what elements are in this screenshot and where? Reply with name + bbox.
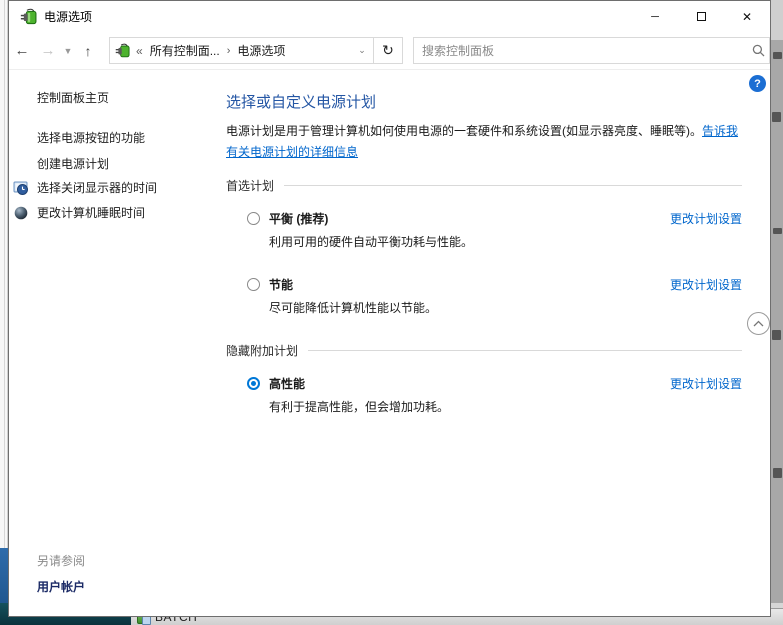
address-breadcrumb[interactable]: « 所有控制面... › 电源选项 ⌄ ↻ <box>109 37 403 64</box>
content-area: 控制面板主页 选择电源按钮的功能 创建电源计划 选择关闭显 <box>9 71 770 616</box>
power-options-icon <box>20 8 37 25</box>
section-preferred-plans: 首选计划 <box>226 177 742 194</box>
forward-button[interactable]: → <box>35 42 61 59</box>
sidebar-item-control-panel-home[interactable]: 控制面板主页 <box>9 89 225 106</box>
radio-power-saver[interactable] <box>247 278 260 291</box>
address-dropdown-icon[interactable]: ⌄ <box>351 45 373 56</box>
plan-row-power-saver: 节能 更改计划设置 <box>226 276 742 293</box>
radio-balanced[interactable] <box>247 212 260 225</box>
navigation-bar: ← → ▼ ↑ « 所有控制面... › 电源选项 ⌄ ↻ <box>9 32 770 70</box>
change-plan-settings-link-power-saver[interactable]: 更改计划设置 <box>670 276 742 293</box>
search-icon[interactable] <box>747 44 769 57</box>
power-options-window: 电源选项 ─ ✕ ← → ▼ ↑ « 所有控制面... › <box>8 0 771 617</box>
plan-row-balanced: 平衡 (推荐) 更改计划设置 <box>226 210 742 227</box>
section-hidden-plans: 隐藏附加计划 <box>226 342 742 359</box>
sidebar-item-power-buttons[interactable]: 选择电源按钮的功能 <box>9 129 225 146</box>
refresh-button[interactable]: ↻ <box>373 38 402 63</box>
change-plan-settings-link-high-performance[interactable]: 更改计划设置 <box>670 375 742 392</box>
up-button[interactable]: ↑ <box>75 43 101 59</box>
chevron-up-icon <box>753 320 764 327</box>
section-rule <box>284 185 742 186</box>
sidebar: 控制面板主页 选择电源按钮的功能 创建电源计划 选择关闭显 <box>9 71 225 616</box>
screen: BATCH 电源选项 ─ ✕ ← → ▼ ↑ <box>0 0 783 625</box>
sleep-sphere-icon <box>13 205 29 221</box>
page-title: 选择或自定义电源计划 <box>226 91 742 112</box>
plan-row-high-performance: 高性能 更改计划设置 <box>226 375 742 392</box>
close-button[interactable]: ✕ <box>724 2 770 32</box>
sidebar-item-display-off-time[interactable]: 选择关闭显示器的时间 <box>9 179 225 196</box>
intro-paragraph: 电源计划是用于管理计算机如何使用电源的一套硬件和系统设置(如显示器亮度、睡眠等)… <box>226 121 742 163</box>
breadcrumb-all-control-panel[interactable]: 所有控制面... <box>143 42 227 59</box>
collapse-section-button[interactable] <box>747 312 770 335</box>
maximize-icon <box>697 12 706 21</box>
change-plan-settings-link-balanced[interactable]: 更改计划设置 <box>670 210 742 227</box>
minimize-button[interactable]: ─ <box>632 2 678 32</box>
plan-desc-power-saver: 尽可能降低计算机性能以节能。 <box>269 299 742 316</box>
background-left-blue-panel <box>0 548 8 605</box>
titlebar: 电源选项 ─ ✕ <box>9 1 770 32</box>
breadcrumb-power-options[interactable]: 电源选项 <box>230 42 292 59</box>
help-button[interactable]: ? <box>749 75 766 92</box>
breadcrumb-power-icon <box>115 43 130 58</box>
plan-desc-high-performance: 有利于提高性能，但会增加功耗。 <box>269 398 742 415</box>
maximize-button[interactable] <box>678 2 724 32</box>
plan-desc-balanced: 利用可用的硬件自动平衡功耗与性能。 <box>269 233 742 250</box>
see-also-heading: 另请参阅 <box>37 552 85 569</box>
search-box[interactable] <box>413 37 770 64</box>
search-input[interactable] <box>414 44 747 58</box>
back-button[interactable]: ← <box>9 42 35 59</box>
window-title: 电源选项 <box>44 8 632 25</box>
section-rule <box>308 350 742 351</box>
sidebar-item-create-power-plan[interactable]: 创建电源计划 <box>9 155 225 172</box>
sidebar-item-sleep-time[interactable]: 更改计算机睡眠时间 <box>9 204 225 221</box>
history-dropdown-icon[interactable]: ▼ <box>61 46 75 56</box>
background-right-window-edge <box>771 0 783 625</box>
display-clock-icon <box>13 180 29 196</box>
background-left-window-edge <box>0 0 8 625</box>
breadcrumb-overflow-icon[interactable]: « <box>136 44 143 58</box>
sidebar-item-user-accounts[interactable]: 用户帐户 <box>37 578 85 595</box>
intro-text: 电源计划是用于管理计算机如何使用电源的一套硬件和系统设置(如显示器亮度、睡眠等)… <box>226 124 702 138</box>
radio-high-performance[interactable] <box>247 377 260 390</box>
main-pane: 选择或自定义电源计划 电源计划是用于管理计算机如何使用电源的一套硬件和系统设置(… <box>226 71 742 425</box>
